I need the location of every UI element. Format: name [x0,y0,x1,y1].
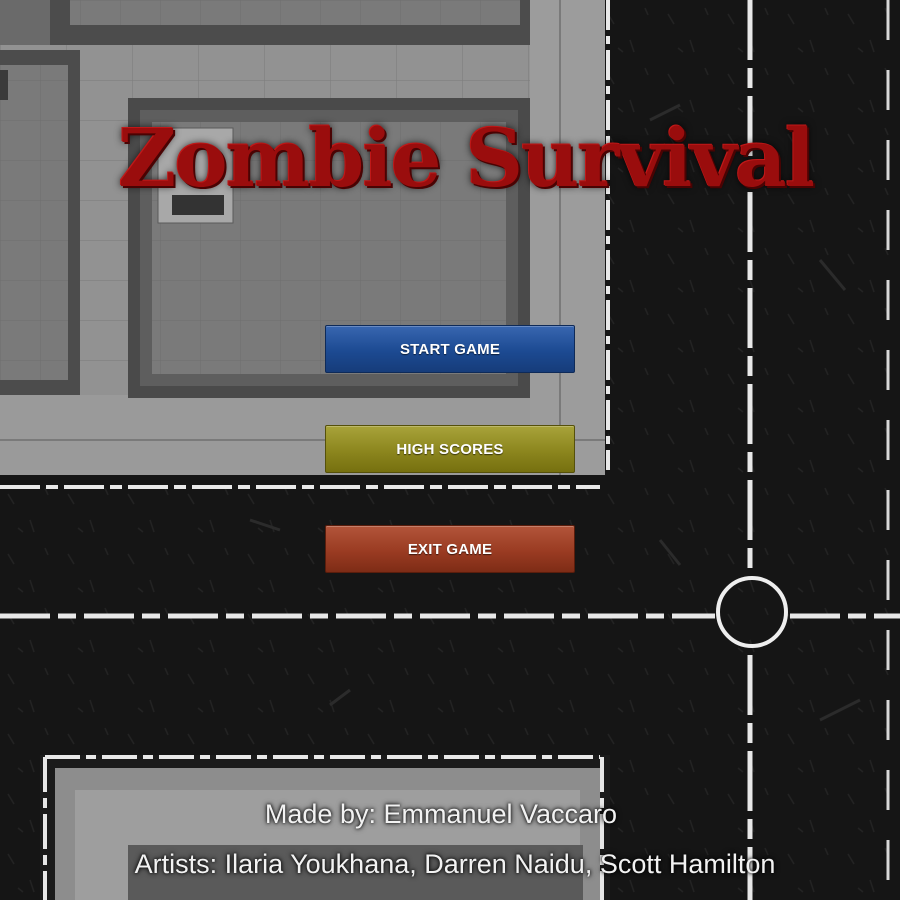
high-scores-button[interactable]: HIGH SCORES [325,425,575,473]
made-by-credit: Made by: Emmanuel Vaccaro [264,799,618,829]
exit-game-button[interactable]: EXIT GAME [325,525,575,573]
game-title: Zombie Survival [118,111,815,205]
start-game-button[interactable]: START GAME [325,325,575,373]
artists-credit: Artists: Ilaria Youkhana, Darren Naidu, … [134,849,776,879]
